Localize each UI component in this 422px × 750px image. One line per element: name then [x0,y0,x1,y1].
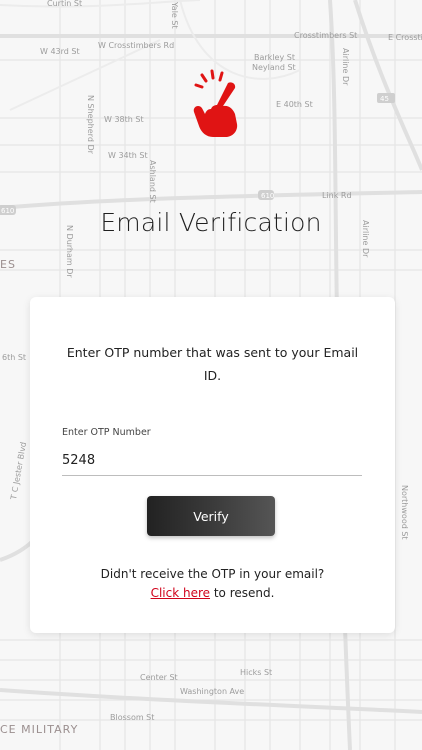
map-label: W 43rd St [40,47,80,56]
map-label: Curtin St [47,0,82,8]
map-label: CE MILITARY [0,723,78,736]
map-label: Neyland St [252,63,296,72]
svg-text:610: 610 [261,192,274,200]
map-label: Blossom St [110,713,154,722]
map-label: Washington Ave [180,687,244,696]
map-label: Crosstimbers St [294,31,357,40]
map-label: W 34th St [108,151,148,160]
resend-link[interactable]: Click here [151,586,210,600]
map-label: W 38th St [104,115,144,124]
resend-prompt: Didn't receive the OTP in your email? [100,567,325,581]
map-label: ES [0,258,16,271]
otp-instruction: Enter OTP number that was sent to your E… [66,345,359,383]
map-label: E 40th St [276,100,313,109]
page-title: Email Verification [100,208,322,237]
resend-suffix: to resend. [210,586,275,600]
map-label: W Crosstimbers Rd [98,41,174,50]
tap-hand-icon [188,69,242,139]
map-label: 6th St [2,353,26,362]
map-label: N Shepherd Dr [86,95,95,155]
svg-text:45: 45 [380,95,389,103]
map-label: Ashland St [148,160,157,203]
otp-field-label: Enter OTP Number [62,427,151,438]
map-label: Center St [140,673,178,682]
map-label: Hicks St [240,668,272,677]
map-label: E Crossti [388,33,422,42]
map-label: Northwood St [400,485,409,540]
map-label: Airline Dr [341,48,350,86]
otp-input[interactable] [62,445,362,476]
verify-button[interactable]: Verify [147,496,275,536]
resend-text: Didn't receive the OTP in your email? Cl… [50,565,375,603]
otp-card: Enter OTP number that was sent to your E… [30,297,395,633]
highway-shield: 610 [258,190,274,200]
highway-shield: 45 [377,93,395,103]
map-label: Barkley St [254,53,295,62]
map-label: Yale St [170,1,179,29]
map-label: Link Rd [322,191,352,200]
